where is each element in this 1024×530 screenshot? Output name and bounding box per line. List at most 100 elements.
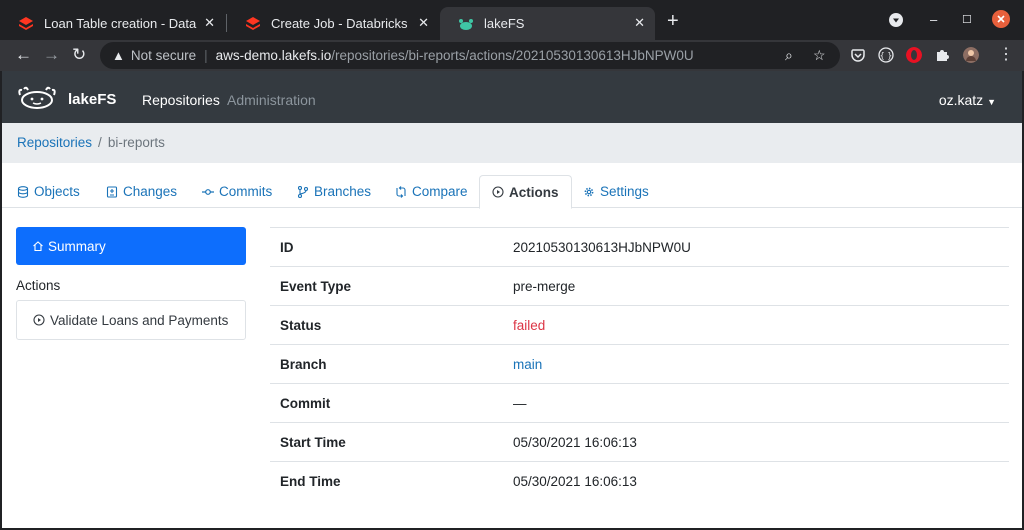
lakefs-axolotl-icon	[459, 18, 473, 30]
close-tab-icon[interactable]: ✕	[204, 15, 215, 31]
browser-tab-title: lakeFS	[484, 16, 525, 31]
summary-button[interactable]: Summary	[16, 227, 246, 265]
caret-down-icon[interactable]: ▼	[987, 97, 996, 107]
detail-value-commit: —	[513, 395, 527, 411]
compare-icon	[396, 185, 406, 198]
detail-key: Commit	[280, 395, 331, 411]
detail-key: Status	[280, 317, 322, 333]
detail-value-end-time: 05/30/2021 16:06:13	[513, 473, 637, 489]
bookmark-star-icon[interactable]: ☆	[813, 47, 826, 64]
reload-icon[interactable]: ↻	[72, 45, 86, 65]
nav-repositories[interactable]: Repositories	[142, 92, 220, 108]
tab-settings[interactable]: Settings	[583, 175, 649, 208]
detail-value-start-time: 05/30/2021 16:06:13	[513, 434, 637, 450]
lakefs-logo-icon[interactable]	[16, 85, 58, 109]
back-icon[interactable]: ←	[15, 45, 32, 65]
table-row: Status failed	[270, 305, 1009, 345]
breadcrumb-repo: bi-reports	[107, 135, 165, 150]
tab-label: Changes	[123, 184, 178, 199]
breadcrumb: Repositories / bi-reports	[17, 135, 165, 150]
app-navbar: lakeFS Repositories Administration oz.ka…	[2, 71, 1022, 123]
database-icon	[17, 185, 29, 198]
detail-key: Branch	[280, 356, 327, 372]
close-tab-icon[interactable]: ✕	[634, 15, 645, 31]
tab-compare[interactable]: Compare	[395, 175, 468, 208]
security-label[interactable]: Not secure	[131, 48, 196, 63]
zoom-icon[interactable]: ⌕	[785, 47, 793, 64]
table-row: Branch main	[270, 344, 1009, 384]
repo-tabs: Objects Changes Commits Branches Compare…	[2, 175, 1022, 209]
tab-objects[interactable]: Objects	[17, 175, 80, 208]
tab-actions[interactable]: Actions	[479, 175, 572, 209]
nav-administration[interactable]: Administration	[227, 92, 316, 108]
warning-icon[interactable]: ▲	[112, 48, 125, 63]
extension-icon[interactable]: { }	[878, 47, 894, 63]
tab-label: Settings	[600, 184, 649, 199]
table-row: Start Time 05/30/2021 16:06:13	[270, 422, 1009, 462]
user-menu[interactable]: oz.katz ▼	[939, 92, 996, 108]
puzzle-icon[interactable]	[934, 47, 950, 63]
forward-icon[interactable]: →	[43, 45, 60, 65]
tab-label: Commits	[219, 184, 273, 199]
url-path[interactable]: /repositories/bi-reports/actions/2021053…	[331, 48, 693, 63]
status-badge: failed	[513, 317, 546, 333]
tab-label: Actions	[509, 184, 559, 200]
minimize-icon[interactable]: –	[930, 12, 937, 27]
table-row: ID 20210530130613HJbNPW0U	[270, 227, 1009, 267]
url-host[interactable]: aws-demo.lakefs.io	[216, 48, 332, 63]
action-item-validate-loans[interactable]: Validate Loans and Payments	[16, 300, 246, 340]
browser-tab-loan-table[interactable]: Loan Table creation - Data ✕	[0, 7, 225, 40]
summary-label: Summary	[48, 238, 106, 254]
tab-label: Branches	[314, 184, 372, 199]
gear-icon	[584, 187, 594, 196]
detail-key: Event Type	[280, 278, 352, 294]
databricks-icon	[246, 16, 260, 30]
new-tab-icon[interactable]: +	[667, 11, 679, 31]
browser-tab-title: Create Job - Databricks	[271, 16, 408, 31]
databricks-icon	[19, 16, 33, 30]
tab-changes[interactable]: Changes	[106, 175, 177, 208]
tab-commits[interactable]: Commits	[202, 175, 272, 208]
tab-branches[interactable]: Branches	[297, 175, 371, 208]
run-details-table: ID 20210530130613HJbNPW0U Event Type pre-m…	[270, 227, 1009, 501]
detail-value-event-type: pre-merge	[513, 278, 576, 294]
diff-icon	[106, 185, 118, 198]
commit-icon	[202, 188, 214, 195]
page-viewport: lakeFS Repositories Administration oz.ka…	[2, 71, 1022, 528]
browser-tab-create-job[interactable]: Create Job - Databricks ✕	[227, 7, 439, 40]
window-close-icon[interactable]	[992, 10, 1010, 28]
detail-key: ID	[280, 239, 294, 255]
avatar[interactable]	[963, 47, 979, 63]
tab-label: Objects	[34, 184, 80, 199]
action-item-label: Validate Loans and Payments	[50, 312, 229, 328]
detail-key: Start Time	[280, 434, 346, 450]
browser-window: Loan Table creation - Data ✕ Create Job …	[0, 0, 1024, 530]
play-icon	[33, 314, 45, 326]
profile-dropdown-icon[interactable]	[889, 13, 903, 27]
breadcrumb-bar: Repositories / bi-reports	[2, 123, 1022, 163]
table-row: End Time 05/30/2021 16:06:13	[270, 461, 1009, 501]
actions-heading: Actions	[16, 278, 61, 293]
tab-strip: Loan Table creation - Data ✕ Create Job …	[0, 0, 1024, 40]
menu-kebab-icon[interactable]: ⋮	[998, 45, 1014, 65]
home-icon	[33, 241, 43, 252]
branch-icon	[297, 185, 309, 198]
browser-tab-title: Loan Table creation - Data	[44, 16, 197, 31]
opera-extension-icon[interactable]	[906, 47, 922, 63]
pocket-icon[interactable]	[850, 47, 866, 63]
address-bar[interactable]: ▲ Not secure | aws-demo.lakefs.io/reposi…	[100, 42, 840, 69]
table-row: Commit —	[270, 383, 1009, 423]
maximize-icon[interactable]: ☐	[962, 13, 972, 26]
breadcrumb-repositories[interactable]: Repositories	[17, 135, 92, 150]
breadcrumb-separator: /	[98, 135, 102, 150]
browser-tab-lakefs[interactable]: lakeFS ✕	[440, 7, 655, 40]
play-icon	[492, 186, 504, 198]
svg-text:{ }: { }	[880, 51, 893, 60]
detail-key: End Time	[280, 473, 341, 489]
username[interactable]: oz.katz	[939, 92, 983, 108]
brand-name[interactable]: lakeFS	[68, 91, 116, 108]
divider: |	[204, 48, 208, 63]
close-tab-icon[interactable]: ✕	[418, 15, 429, 31]
browser-toolbar: ← → ↻ ▲ Not secure | aws-demo.lakefs.io /…	[0, 40, 1024, 71]
branch-link[interactable]: main	[503, 345, 1009, 384]
